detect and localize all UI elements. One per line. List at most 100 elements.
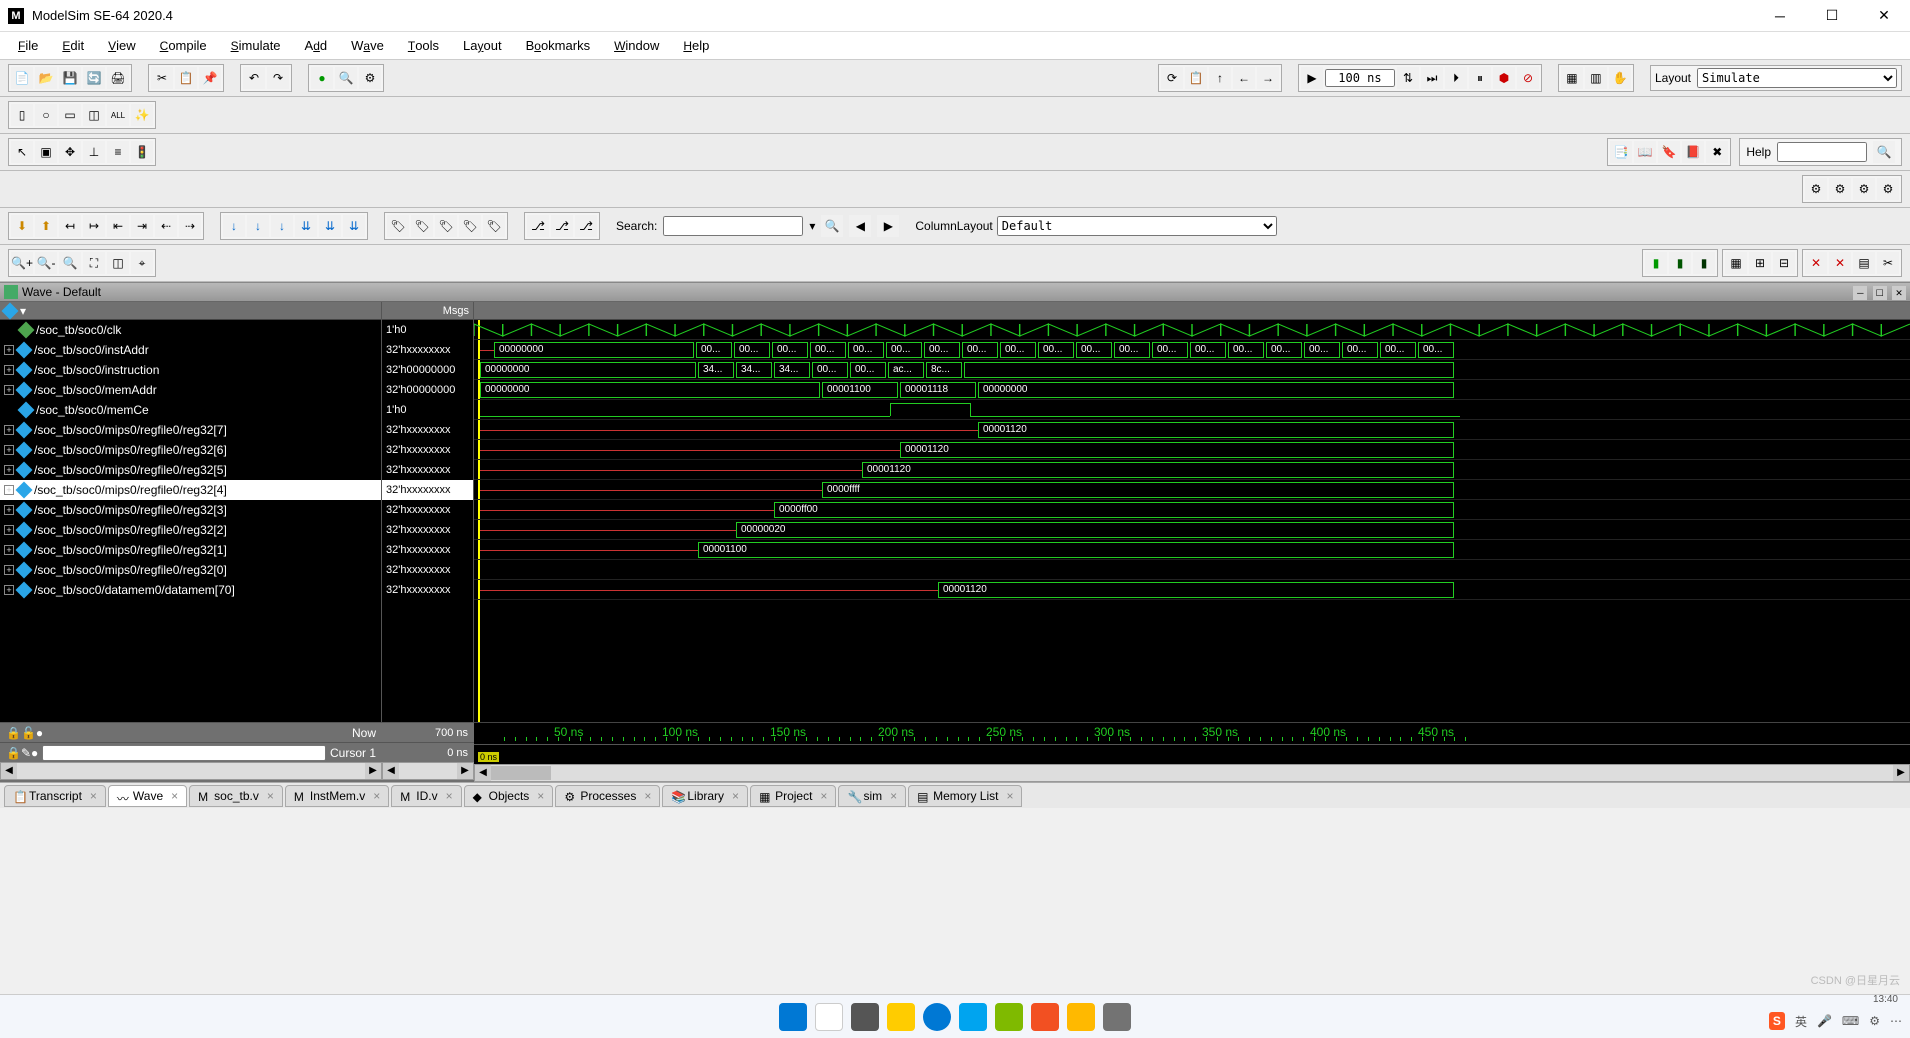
tab-close-icon[interactable]: ×: [1006, 789, 1013, 803]
search-taskbar-icon[interactable]: [815, 1003, 843, 1031]
cursor1-icon[interactable]: ▯: [11, 104, 33, 126]
signal-row[interactable]: +/soc_tb/soc0/instruction: [0, 360, 381, 380]
wave-canvas[interactable]: 0000000000...00...00...00...00...00...00…: [474, 302, 1910, 722]
signal-row[interactable]: +/soc_tb/soc0/mips0/regfile0/reg32[6]: [0, 440, 381, 460]
scroll-thumb[interactable]: [491, 766, 551, 780]
edge6-icon[interactable]: ⇥: [131, 215, 153, 237]
gear3-icon[interactable]: ⚙: [1853, 178, 1875, 200]
scroll-left3-icon[interactable]: ◀: [475, 765, 491, 781]
stop2-icon[interactable]: ⊘: [1517, 67, 1539, 89]
menu-file[interactable]: File: [8, 34, 48, 57]
menu-bookmarks[interactable]: Bookmarks: [516, 34, 600, 57]
tray-more-icon[interactable]: ⋯: [1890, 1014, 1902, 1028]
bookmark3-icon[interactable]: 🔖: [1658, 141, 1680, 163]
zoom-fit-icon[interactable]: ⛶: [83, 252, 105, 274]
tab-processes[interactable]: ⚙Processes×: [555, 785, 660, 807]
menu-tools[interactable]: Tools: [398, 34, 449, 57]
zoom-in-icon[interactable]: 🔍+: [11, 252, 33, 274]
tray-time[interactable]: 13:40: [1873, 994, 1898, 1005]
memory-icon[interactable]: ▦: [1561, 67, 1583, 89]
scroll-right2-icon[interactable]: ▶: [457, 763, 473, 779]
edge1-icon[interactable]: ⬇: [11, 215, 33, 237]
signal-row[interactable]: +/soc_tb/soc0/memAddr: [0, 380, 381, 400]
maximize-button[interactable]: ☐: [1814, 4, 1850, 28]
tab-close-icon[interactable]: ×: [267, 789, 274, 803]
tab-instmemv[interactable]: MInstMem.v×: [285, 785, 389, 807]
tray-lang[interactable]: 英: [1795, 1013, 1807, 1030]
grid2-icon[interactable]: ⊞: [1749, 252, 1771, 274]
panel-dropdown-icon[interactable]: ▾: [20, 304, 26, 318]
cursor2-icon[interactable]: ○: [35, 104, 57, 126]
menu-compile[interactable]: Compile: [150, 34, 217, 57]
search-prev-icon[interactable]: ◀: [849, 215, 871, 237]
sig-hscroll[interactable]: ◀ ▶: [0, 762, 382, 780]
copy-icon[interactable]: 📋: [175, 67, 197, 89]
x1-icon[interactable]: ✕: [1805, 252, 1827, 274]
expand-icon[interactable]: +: [4, 445, 14, 455]
wave-close-button[interactable]: ✕: [1892, 286, 1906, 300]
tab-idv[interactable]: MID.v×: [391, 785, 461, 807]
select-icon[interactable]: ▣: [35, 141, 57, 163]
down2-icon[interactable]: ↓: [247, 215, 269, 237]
stop-icon[interactable]: ⬢: [1493, 67, 1515, 89]
find-icon[interactable]: 🔍: [335, 67, 357, 89]
scroll-right3-icon[interactable]: ▶: [1893, 765, 1909, 781]
down5-icon[interactable]: ⇊: [319, 215, 341, 237]
traffic-icon[interactable]: 🚦: [131, 141, 153, 163]
x3-icon[interactable]: ▤: [1853, 252, 1875, 274]
scroll-left-icon[interactable]: ◀: [1, 763, 17, 779]
cursor3-icon[interactable]: ▭: [59, 104, 81, 126]
tab-close-icon[interactable]: ×: [820, 789, 827, 803]
wave-row[interactable]: [474, 400, 1910, 420]
search-input[interactable]: [663, 216, 803, 236]
print-icon[interactable]: 🖨: [107, 67, 129, 89]
cursor-track[interactable]: 0 ns: [474, 744, 1910, 764]
signal-row[interactable]: +/soc_tb/soc0/mips0/regfile0/reg32[4]: [0, 480, 381, 500]
wave-row[interactable]: 0000000000...00...00...00...00...00...00…: [474, 340, 1910, 360]
save-icon[interactable]: 💾: [59, 67, 81, 89]
tab-library[interactable]: 📚Library×: [662, 785, 748, 807]
refresh-icon[interactable]: 🔄: [83, 67, 105, 89]
down3-icon[interactable]: ↓: [271, 215, 293, 237]
app1-icon[interactable]: [959, 1003, 987, 1031]
signal-row[interactable]: /soc_tb/soc0/memCe: [0, 400, 381, 420]
cursor-marker[interactable]: 0 ns: [478, 752, 499, 762]
wave-row[interactable]: [474, 320, 1910, 340]
edge8-icon[interactable]: ⇢: [179, 215, 201, 237]
run-all-icon[interactable]: ⏭: [1421, 67, 1443, 89]
x4-icon[interactable]: ✂: [1877, 252, 1899, 274]
wave-row[interactable]: 00001120: [474, 440, 1910, 460]
menu-view[interactable]: View: [98, 34, 146, 57]
up-icon[interactable]: ↑: [1209, 67, 1231, 89]
wave-row[interactable]: 0000ffff: [474, 480, 1910, 500]
signal-row[interactable]: +/soc_tb/soc0/instAddr: [0, 340, 381, 360]
signal-row[interactable]: /soc_tb/soc0/clk: [0, 320, 381, 340]
stepper-icon[interactable]: ⇅: [1397, 67, 1419, 89]
wand-icon[interactable]: ✨: [131, 104, 153, 126]
measure-icon[interactable]: ⊥: [83, 141, 105, 163]
undo-icon[interactable]: ↶: [243, 67, 265, 89]
paste-icon[interactable]: 📌: [199, 67, 221, 89]
tray-keyboard-icon[interactable]: ⌨: [1842, 1014, 1859, 1028]
expand-icon[interactable]: +: [4, 525, 14, 535]
search-dropdown-icon[interactable]: ▾: [809, 219, 815, 233]
expand-icon[interactable]: +: [4, 385, 14, 395]
minimize-button[interactable]: ─: [1762, 4, 1798, 28]
wave-row[interactable]: 00001120: [474, 460, 1910, 480]
app5-icon[interactable]: [1103, 1003, 1131, 1031]
menu-layout[interactable]: Layout: [453, 34, 512, 57]
search-go-icon[interactable]: 🔍: [821, 215, 843, 237]
zoom-cursor-icon[interactable]: ⌖: [131, 252, 153, 274]
down6-icon[interactable]: ⇊: [343, 215, 365, 237]
wave-hscroll[interactable]: ◀ ▶: [474, 764, 1910, 782]
menu-edit[interactable]: Edit: [52, 34, 94, 57]
pointer-icon[interactable]: ↖: [11, 141, 33, 163]
wave-row[interactable]: 0000ff00: [474, 500, 1910, 520]
cut-icon[interactable]: ✂: [151, 67, 173, 89]
all-icon[interactable]: ALL: [107, 104, 129, 126]
expand-icon[interactable]: +: [4, 545, 14, 555]
signal-row[interactable]: +/soc_tb/soc0/mips0/regfile0/reg32[0]: [0, 560, 381, 580]
menu-window[interactable]: Window: [604, 34, 669, 57]
expand-icon[interactable]: +: [4, 425, 14, 435]
tab-close-icon[interactable]: ×: [373, 789, 380, 803]
